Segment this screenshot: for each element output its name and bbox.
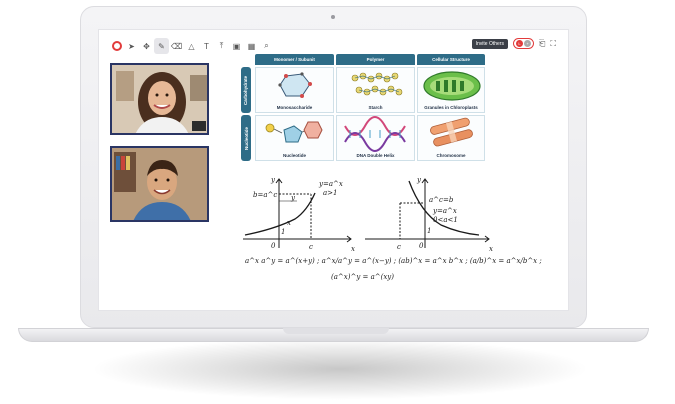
axis-label-x: x xyxy=(351,245,355,253)
one-label: 1 xyxy=(281,228,285,236)
exponent-laws-line-1: a^x a^y = a^(x+y) ; a^x/a^y = a^(x−y) ; … xyxy=(245,257,542,265)
nucleotide-icon xyxy=(265,121,323,143)
row-label-nucleotide: Nucleotide xyxy=(241,115,251,161)
pointer-icon[interactable]: ➤ xyxy=(124,38,139,54)
whiteboard-toolbar: ➤ ✥ ✎ ⌫ △ T ⤒ ▣ ▦ ⌕ xyxy=(109,38,274,54)
curve-label: y=a^x xyxy=(432,207,457,215)
cell-caption: Monosaccharide xyxy=(276,105,313,110)
cell-caption: Chromosome xyxy=(436,153,466,158)
column-header: Cellular Structure xyxy=(417,54,485,65)
chromosome-icon xyxy=(430,117,473,147)
curve-condition: 0<a<1 xyxy=(433,216,458,224)
video-tile-participant-1[interactable] xyxy=(110,63,209,135)
column-header: Polymer xyxy=(336,54,415,65)
cell-caption: Granules in Chloroplasts xyxy=(424,105,478,110)
move-icon[interactable]: ✥ xyxy=(139,38,154,54)
cell-dna: DNA Double Helix xyxy=(336,115,415,161)
grid-icon[interactable]: ▦ xyxy=(244,38,259,54)
fullscreen-icon[interactable]: ⛶ xyxy=(550,39,556,49)
add-participant-icon[interactable]: + xyxy=(523,40,531,47)
origin-label: 0 xyxy=(419,242,424,250)
avatar: L xyxy=(515,40,523,47)
curve-condition: a>1 xyxy=(323,189,338,197)
eraser-icon[interactable]: ⌫ xyxy=(169,38,184,54)
biomolecules-table: Monomer / Subunit Polymer Cellular Struc… xyxy=(241,54,485,162)
upload-icon[interactable]: ⤒ xyxy=(214,38,229,54)
share-icon[interactable]: ⎗ xyxy=(539,39,545,49)
dna-helix-icon xyxy=(344,116,406,152)
exponent-laws-line-2: (a^x)^y = a^(xy) xyxy=(331,273,394,281)
starch-icon xyxy=(351,72,403,96)
point-label: a^c=b xyxy=(429,196,454,204)
cell-monosaccharide: Monosaccharide xyxy=(255,67,334,113)
laptop-scene: ➤ ✥ ✎ ⌫ △ T ⤒ ▣ ▦ ⌕ Invite Others L + ⎗ … xyxy=(0,0,675,404)
search-icon[interactable]: ⌕ xyxy=(259,38,274,54)
row-label-carbohydrate: Carbohydrate xyxy=(241,67,251,113)
laptop-notch xyxy=(283,328,389,334)
column-header: Monomer / Subunit xyxy=(255,54,334,65)
exponential-notes: y x y=a^x a>1 b=a^c y x 0 c 1 y x a^c=b … xyxy=(235,173,542,288)
mark-x: x xyxy=(287,219,291,227)
laptop-shadow xyxy=(90,338,590,400)
cell-caption: Starch xyxy=(368,105,383,110)
one-label: 1 xyxy=(427,227,431,235)
cell-starch: Starch xyxy=(336,67,415,113)
whiteboard-screen: ➤ ✥ ✎ ⌫ △ T ⤒ ▣ ▦ ⌕ Invite Others L + ⎗ … xyxy=(98,29,569,311)
cell-chromosome: Chromosome xyxy=(417,115,485,161)
axis-label-y: y xyxy=(270,176,276,184)
monosaccharide-icon xyxy=(278,72,312,98)
participant-man-image xyxy=(112,148,207,220)
c-label: c xyxy=(309,243,313,251)
exponential-graphs: y x y=a^x a>1 b=a^c y x 0 c 1 y x a^c=b … xyxy=(243,176,493,253)
origin-label: 0 xyxy=(271,242,276,250)
chloroplast-icon xyxy=(423,71,481,101)
cell-chloroplast: Granules in Chloroplasts xyxy=(417,67,485,113)
shape-icon[interactable]: △ xyxy=(184,38,199,54)
axis-label-x: x xyxy=(489,245,493,253)
video-tile-participant-2[interactable] xyxy=(110,146,209,222)
axis-label-y: y xyxy=(416,176,422,184)
participant-woman-image xyxy=(112,65,207,133)
cell-nucleotide: Nucleotide xyxy=(255,115,334,161)
cell-caption: Nucleotide xyxy=(282,153,306,158)
curve-label: y=a^x xyxy=(318,180,343,188)
c-label: c xyxy=(397,243,401,251)
point-label: b=a^c xyxy=(253,191,277,199)
cell-caption: DNA Double Helix xyxy=(356,153,395,158)
invite-others-button[interactable]: Invite Others xyxy=(471,38,508,49)
pen-icon[interactable]: ✎ xyxy=(154,38,169,54)
text-icon[interactable]: T xyxy=(199,38,214,54)
camera-icon[interactable]: ▣ xyxy=(229,38,244,54)
right-toolbar: Invite Others L + ⎗ ⛶ xyxy=(471,38,556,49)
record-button[interactable] xyxy=(109,38,124,54)
participant-avatars[interactable]: L + xyxy=(512,38,534,49)
webcam-dot xyxy=(331,15,335,19)
